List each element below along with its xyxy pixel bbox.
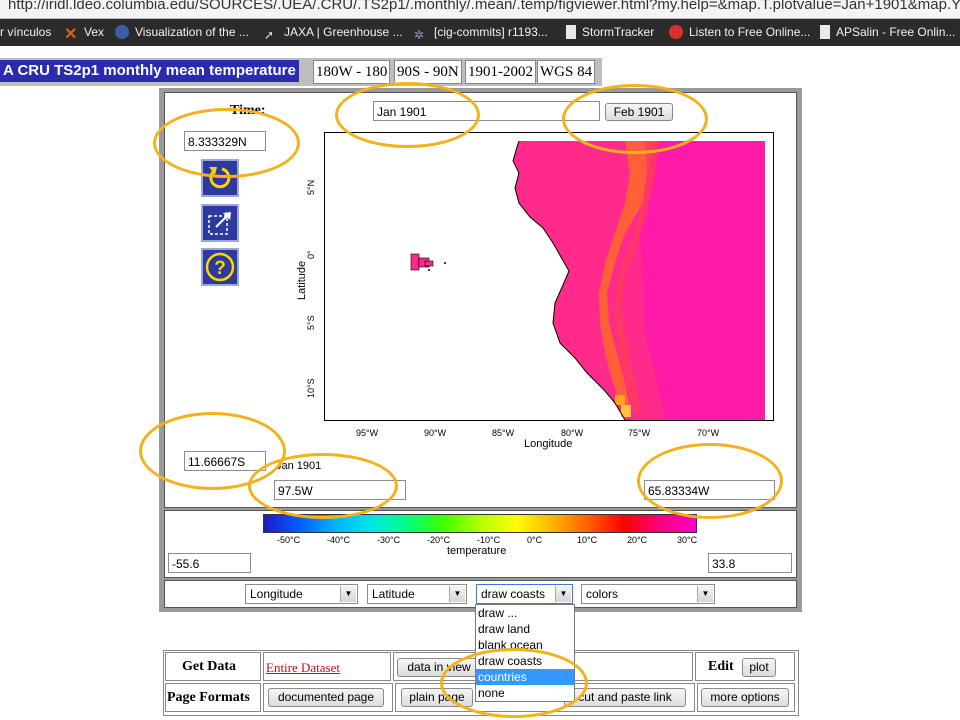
help-icon: ? (205, 252, 235, 282)
x-axis-select[interactable]: Longitude ▼ (245, 584, 358, 604)
annotation-circle (248, 453, 398, 519)
colorbar-tick: 20°C (627, 535, 648, 545)
page-formats-header-cell: Page Formats (165, 683, 261, 712)
colorbar-tick: -10°C (477, 535, 501, 545)
latitude-range-cell[interactable]: 90S - 90N (394, 60, 462, 84)
more-options-button[interactable]: more options (701, 688, 789, 707)
color-scheme-select[interactable]: colors ▼ (581, 584, 715, 604)
x-axis-select-value: Longitude (250, 587, 303, 601)
page-formats-label: Page Formats (167, 690, 250, 705)
gear-icon: ✲ (414, 28, 425, 42)
zoom-icon (208, 212, 231, 235)
x-icon: ✕ (64, 26, 78, 43)
page-icon (566, 25, 576, 39)
bookmarks-bar: r vínculos ✕ Vex Visualization of the ...… (0, 19, 960, 46)
color-max-input[interactable]: 33.8 (708, 553, 792, 573)
entire-dataset-link[interactable]: Entire Dataset (266, 660, 340, 676)
dropdown-option[interactable]: draw land (476, 621, 574, 637)
y-axis-select-value: Latitude (372, 587, 415, 601)
colorbar-tick: -30°C (377, 535, 401, 545)
documented-page-button[interactable]: documented page (268, 688, 384, 707)
galapagos-island (410, 253, 420, 271)
radio-icon (669, 25, 683, 39)
x-tick: 70°W (697, 428, 720, 438)
colorbar-tick: 0°C (527, 535, 543, 545)
bookmark-vex[interactable]: ✕ Vex (64, 25, 105, 43)
y-tick: 10°S (306, 378, 316, 398)
help-button[interactable]: ? (201, 248, 239, 286)
get-data-header-cell: Get Data (165, 652, 261, 681)
bookmark-label: APSalin - Free Onlin... (836, 25, 956, 39)
x-tick: 85°W (492, 428, 515, 438)
bookmark-label: r vínculos (0, 25, 52, 39)
colorbar-tick: -20°C (427, 535, 451, 545)
svg-text:?: ? (214, 258, 226, 279)
chevron-down-icon: ▼ (449, 586, 465, 602)
chevron-down-icon: ▼ (697, 586, 713, 602)
y-axis-label: Latitude (296, 260, 308, 300)
annotation-circle (637, 443, 783, 519)
annotation-circle (440, 648, 588, 718)
dataset-title[interactable]: A CRU TS2p1 monthly mean temperature (0, 60, 299, 82)
globe-icon (115, 25, 129, 39)
colorbar-tick: 10°C (577, 535, 598, 545)
annotation-circle (335, 82, 480, 148)
dropdown-option[interactable]: draw ... (476, 605, 574, 621)
x-tick: 90°W (424, 428, 447, 438)
zoom-button[interactable] (201, 204, 239, 242)
longitude-range-cell[interactable]: 180W - 180 (313, 60, 391, 84)
chevron-down-icon: ▼ (555, 586, 571, 602)
x-axis-label: Longitude (524, 438, 573, 450)
bookmark-label: StormTracker (582, 25, 655, 39)
y-tick: 0° (306, 250, 316, 259)
color-scheme-select-value: colors (586, 587, 619, 601)
andes-cold-patch (615, 395, 625, 405)
bookmark-label: JAXA | Greenhouse ... (284, 25, 403, 39)
bookmark-label: Listen to Free Online... (689, 25, 811, 39)
map-drawing (410, 140, 765, 421)
bookmark-listen[interactable]: Listen to Free Online... (669, 25, 810, 39)
colorbar-label: temperature (447, 545, 507, 557)
galapagos-islet (444, 262, 446, 264)
chevron-down-icon: ▼ (340, 586, 356, 602)
annotation-circle (562, 84, 708, 154)
page-icon (820, 25, 830, 39)
galapagos-island (424, 260, 434, 267)
url-text[interactable]: http://iridl.ldeo.columbia.edu/SOURCES/.… (8, 0, 960, 13)
entire-dataset-cell: Entire Dataset (263, 652, 391, 681)
rocket-icon: ➚ (264, 28, 275, 42)
bookmark-cig-commits[interactable]: ✲ [cig-commits] r1193... (414, 25, 548, 42)
bookmark-label: Visualization of the ... (135, 25, 249, 39)
bookmark-apsalin[interactable]: APSalin - Free Onlin... (820, 25, 955, 39)
coast-select[interactable]: draw coasts ▼ (476, 584, 573, 604)
galapagos-islet (428, 269, 430, 271)
coast-select-value: draw coasts (481, 587, 546, 601)
colorbar-tick: 30°C (677, 535, 698, 545)
y-tick: 5°S (306, 315, 316, 330)
colorbar-tick: -40°C (327, 535, 351, 545)
y-tick: 5°N (306, 179, 316, 195)
y-axis-select[interactable]: Latitude ▼ (367, 584, 467, 604)
get-data-label: Get Data (182, 659, 237, 674)
projection-cell[interactable]: WGS 84 (537, 60, 596, 84)
color-min-input[interactable]: -55.6 (168, 553, 251, 573)
x-tick: 80°W (561, 428, 584, 438)
annotation-circle (153, 108, 300, 178)
bookmark-links[interactable]: r vínculos (0, 25, 51, 39)
edit-label: Edit (708, 659, 734, 674)
bookmark-label: Vex (84, 25, 105, 39)
x-tick: 75°W (628, 428, 651, 438)
address-bar[interactable]: http://iridl.ldeo.columbia.edu/SOURCES/.… (0, 0, 960, 19)
bookmark-jaxa[interactable]: ➚ JAXA | Greenhouse ... (264, 25, 403, 42)
bookmark-visualization[interactable]: Visualization of the ... (115, 25, 249, 39)
plot-button[interactable]: plot (742, 658, 776, 677)
x-tick: 95°W (356, 428, 379, 438)
bookmark-stormtracker[interactable]: StormTracker (566, 25, 654, 39)
temperature-map[interactable] (324, 132, 774, 421)
bookmark-label: [cig-commits] r1193... (434, 25, 548, 39)
time-range-cell[interactable]: 1901-2002 (465, 60, 536, 84)
colorbar-tick: -50°C (277, 535, 301, 545)
